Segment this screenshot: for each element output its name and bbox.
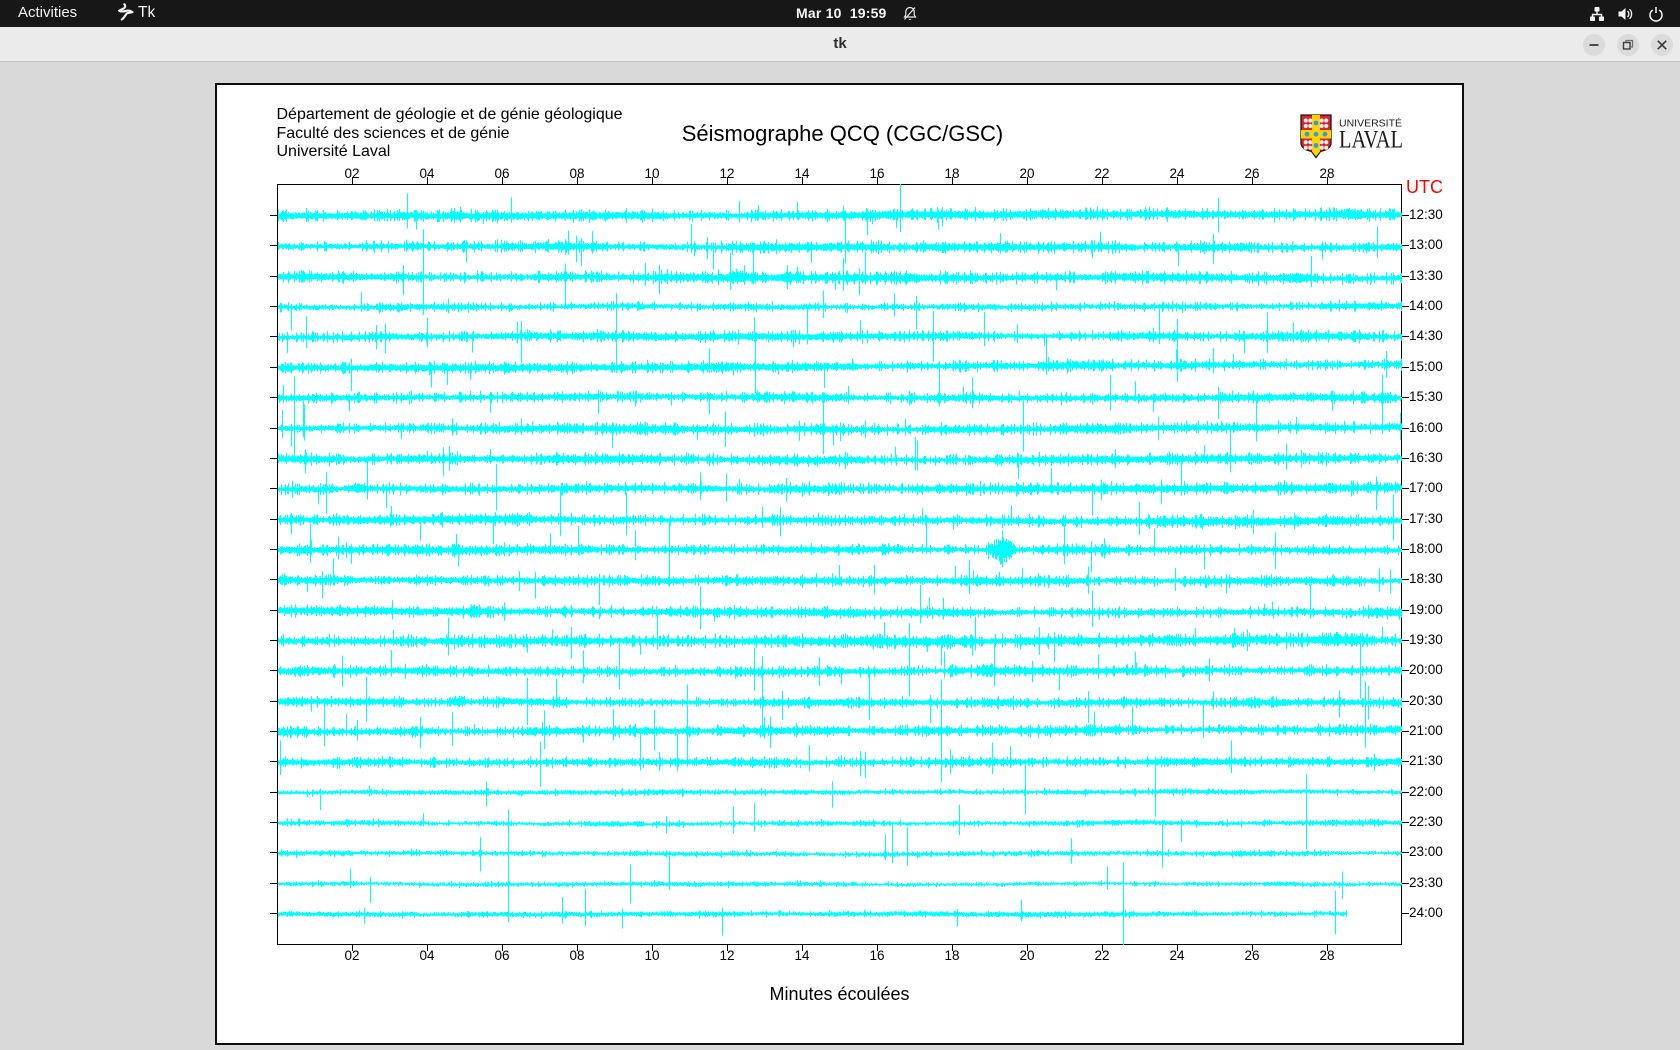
svg-text:LAVAL: LAVAL <box>1339 126 1403 153</box>
